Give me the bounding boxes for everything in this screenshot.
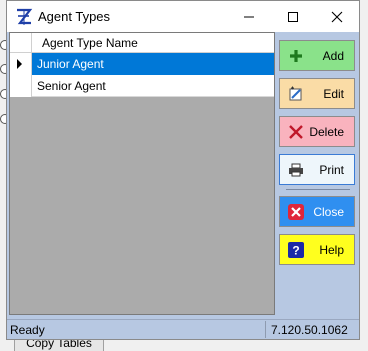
printer-icon bbox=[288, 162, 304, 178]
version-text: 7.120.50.1062 bbox=[265, 321, 357, 338]
plus-icon bbox=[288, 48, 304, 64]
edit-icon bbox=[288, 86, 304, 102]
close-x-icon bbox=[288, 204, 304, 220]
grid-cell[interactable]: Senior Agent bbox=[32, 75, 274, 97]
agent-types-dialog: Agent Types Agent Type Name Junior Agent… bbox=[6, 0, 360, 340]
window-title: Agent Types bbox=[38, 9, 111, 24]
close-window-button[interactable] bbox=[315, 1, 359, 32]
help-button[interactable]: ? Help bbox=[279, 234, 355, 265]
table-row[interactable]: Junior Agent bbox=[10, 53, 274, 75]
add-button-label: Add bbox=[322, 49, 344, 63]
title-bar[interactable]: Agent Types bbox=[7, 1, 359, 32]
edit-button-label: Edit bbox=[323, 87, 344, 101]
minimize-button[interactable] bbox=[227, 1, 271, 32]
delete-x-icon bbox=[288, 124, 304, 140]
maximize-icon bbox=[288, 12, 298, 22]
help-button-label: Help bbox=[319, 243, 344, 257]
maximize-button[interactable] bbox=[271, 1, 315, 32]
question-icon: ? bbox=[288, 242, 304, 258]
agent-types-grid[interactable]: Agent Type Name Junior Agent Senior Agen… bbox=[9, 32, 275, 315]
print-button-label: Print bbox=[319, 163, 344, 177]
button-separator bbox=[286, 189, 350, 190]
delete-button[interactable]: Delete bbox=[279, 116, 355, 147]
row-header[interactable] bbox=[10, 53, 32, 75]
edit-button[interactable]: Edit bbox=[279, 78, 355, 109]
close-button-label: Close bbox=[313, 205, 344, 219]
grid-cell[interactable]: Junior Agent bbox=[32, 53, 274, 75]
print-button[interactable]: Print bbox=[279, 154, 355, 185]
current-row-arrow-icon bbox=[17, 59, 22, 69]
grid-header: Agent Type Name bbox=[10, 33, 274, 53]
close-icon bbox=[331, 11, 343, 23]
svg-text:?: ? bbox=[292, 244, 299, 258]
add-button[interactable]: Add bbox=[279, 40, 355, 71]
close-button[interactable]: Close bbox=[279, 196, 355, 227]
minimize-icon bbox=[244, 16, 254, 18]
column-header-agent-type-name[interactable]: Agent Type Name bbox=[42, 36, 138, 50]
status-text: Ready bbox=[10, 323, 45, 337]
delete-button-label: Delete bbox=[309, 125, 344, 139]
agent-types-app-icon bbox=[15, 8, 33, 26]
table-row[interactable]: Senior Agent bbox=[10, 75, 274, 97]
status-bar: Ready 7.120.50.1062 bbox=[7, 319, 359, 339]
grid-corner-cell bbox=[10, 33, 32, 53]
row-header[interactable] bbox=[10, 75, 32, 97]
